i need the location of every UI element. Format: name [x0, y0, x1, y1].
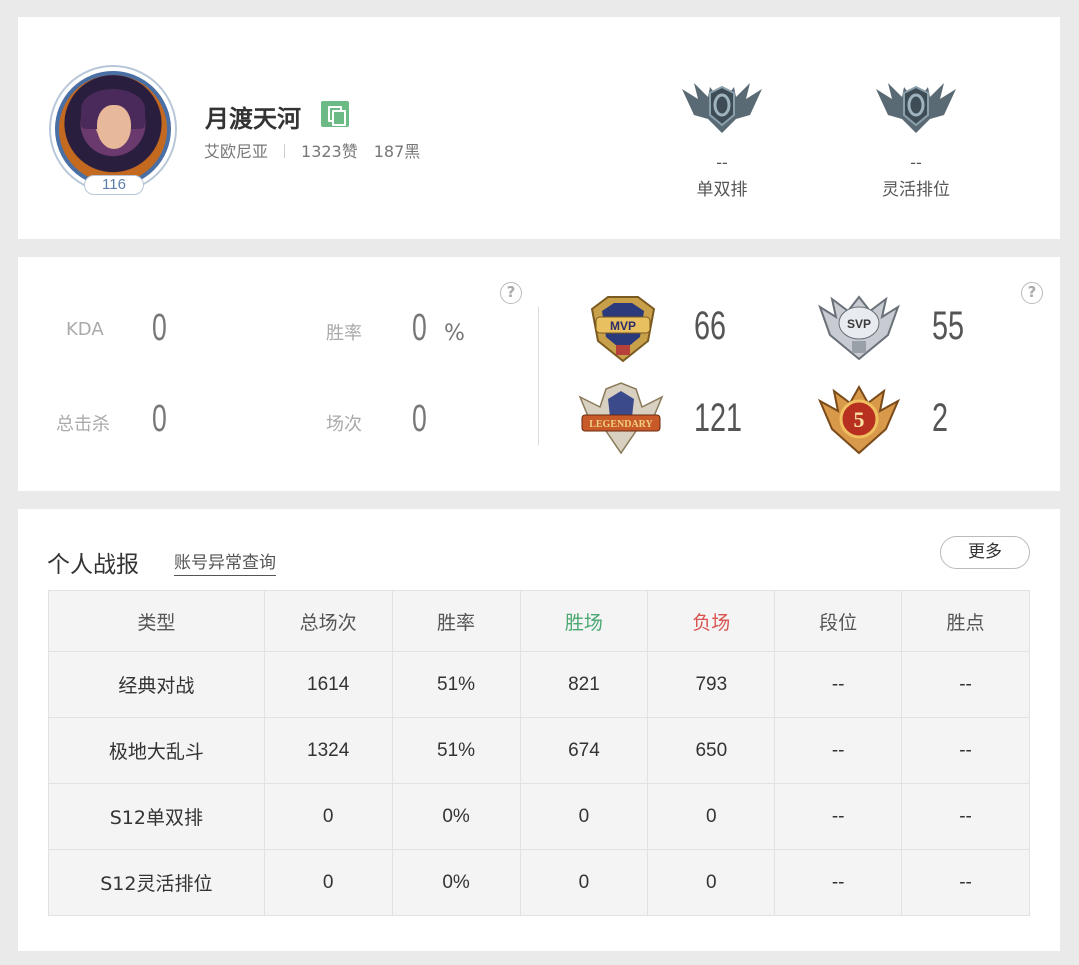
- table-header-row: 类型 总场次 胜率 胜场 负场 段位 胜点: [48, 590, 1030, 652]
- cell-winrate: 51%: [391, 717, 521, 784]
- svg-text:SVP: SVP: [847, 317, 871, 331]
- header-tier: 段位: [774, 590, 903, 652]
- divider: [284, 144, 286, 158]
- kills-label: 总击杀: [56, 414, 110, 435]
- avatar-image: [55, 71, 171, 187]
- cell-losses: 793: [647, 651, 776, 718]
- cell-wins: 674: [519, 717, 649, 784]
- rank-flex-value: --: [910, 153, 922, 172]
- cell-lp: --: [901, 651, 1030, 718]
- svp-count: 55: [932, 304, 965, 348]
- likes-count: 1323赞: [301, 142, 358, 161]
- profile-subline: 艾欧尼亚 1323赞 187黑: [204, 138, 420, 162]
- avatar[interactable]: 116: [49, 65, 177, 197]
- cell-losses: 650: [647, 717, 776, 784]
- battle-report-card: 个人战报 账号异常查询 更多 类型 总场次 胜率 胜场 负场 段位 胜点 经典对…: [18, 509, 1060, 951]
- cell-type: S12单双排: [48, 783, 265, 850]
- games-value: 0: [412, 398, 427, 440]
- rank-solo-value: --: [716, 153, 728, 172]
- cell-total: 1324: [263, 717, 393, 784]
- legendary-count: 121: [694, 396, 743, 440]
- help-icon[interactable]: ?: [1021, 282, 1043, 304]
- report-table: 类型 总场次 胜率 胜场 负场 段位 胜点 经典对战 1614 51% 821 …: [48, 590, 1030, 916]
- winrate-label: 胜率: [326, 323, 362, 344]
- cell-tier: --: [774, 783, 903, 850]
- server-name: 艾欧尼亚: [204, 142, 269, 161]
- header-total: 总场次: [263, 590, 393, 652]
- svg-text:LEGENDARY: LEGENDARY: [589, 419, 653, 430]
- cell-winrate: 0%: [391, 849, 521, 916]
- avatar-face: [97, 105, 131, 149]
- cell-tier: --: [774, 717, 903, 784]
- header-winrate: 胜率: [391, 590, 521, 652]
- cell-losses: 0: [647, 849, 776, 916]
- rank-flex: -- 灵活排位: [856, 79, 976, 200]
- cell-total: 0: [263, 783, 393, 850]
- svg-text:5: 5: [854, 407, 865, 432]
- winrate-value: 0: [412, 307, 427, 349]
- cell-lp: --: [901, 717, 1030, 784]
- cell-wins: 821: [519, 651, 649, 718]
- cell-total: 0: [263, 849, 393, 916]
- cell-tier: --: [774, 651, 903, 718]
- cell-total: 1614: [263, 651, 393, 718]
- rank-solo: -- 单双排: [662, 79, 782, 200]
- account-anomaly-link[interactable]: 账号异常查询: [174, 548, 276, 576]
- profile-card: 116 月渡天河 艾欧尼亚 1323赞 187黑 -- 单双排 -- 灵活排位: [18, 17, 1060, 239]
- table-row: 经典对战 1614 51% 821 793 -- --: [48, 651, 1030, 718]
- rank-solo-label: 单双排: [696, 180, 748, 200]
- kda-value: 0: [152, 307, 167, 349]
- cell-tier: --: [774, 849, 903, 916]
- cell-losses: 0: [647, 783, 776, 850]
- help-icon[interactable]: ?: [500, 282, 522, 304]
- cell-wins: 0: [519, 783, 649, 850]
- header-losses: 负场: [647, 590, 776, 652]
- header-wins: 胜场: [519, 590, 649, 652]
- svg-text:MVP: MVP: [610, 319, 636, 333]
- cell-lp: --: [901, 783, 1030, 850]
- table-row: S12灵活排位 0 0% 0 0 -- --: [48, 849, 1030, 916]
- mvp-badge-icon: MVP: [578, 289, 668, 365]
- penta-kill-badge-icon: 5: [814, 381, 904, 457]
- cell-type: 极地大乱斗: [48, 717, 265, 784]
- cell-type: S12灵活排位: [48, 849, 265, 916]
- svp-badge-icon: SVP: [814, 289, 904, 365]
- report-title: 个人战报: [47, 552, 139, 578]
- stats-divider: [538, 307, 539, 445]
- legendary-badge-icon: LEGENDARY: [576, 381, 666, 457]
- header-type: 类型: [48, 590, 265, 652]
- cell-winrate: 0%: [391, 783, 521, 850]
- more-button[interactable]: 更多: [940, 536, 1030, 569]
- copy-icon[interactable]: [321, 101, 349, 127]
- winrate-unit: %: [444, 321, 465, 346]
- summoner-name: 月渡天河: [205, 105, 301, 133]
- cell-type: 经典对战: [48, 651, 265, 718]
- mvp-count: 66: [694, 304, 727, 348]
- stats-card: KDA 0 胜率 0 % ? 总击杀 0 场次 0 MVP 66 SVP 55: [18, 257, 1060, 491]
- header-lp: 胜点: [901, 590, 1030, 652]
- rank-flex-label: 灵活排位: [882, 180, 950, 200]
- games-label: 场次: [326, 414, 362, 435]
- rank-emblem-icon: [874, 79, 958, 135]
- kills-value: 0: [152, 398, 167, 440]
- dislikes-count: 187黑: [373, 142, 421, 161]
- cell-wins: 0: [519, 849, 649, 916]
- table-row: S12单双排 0 0% 0 0 -- --: [48, 783, 1030, 850]
- penta-count: 2: [932, 396, 949, 440]
- cell-lp: --: [901, 849, 1030, 916]
- table-row: 极地大乱斗 1324 51% 674 650 -- --: [48, 717, 1030, 784]
- level-badge: 116: [84, 175, 144, 195]
- kda-label: KDA: [66, 319, 104, 340]
- rank-emblem-icon: [680, 79, 764, 135]
- cell-winrate: 51%: [391, 651, 521, 718]
